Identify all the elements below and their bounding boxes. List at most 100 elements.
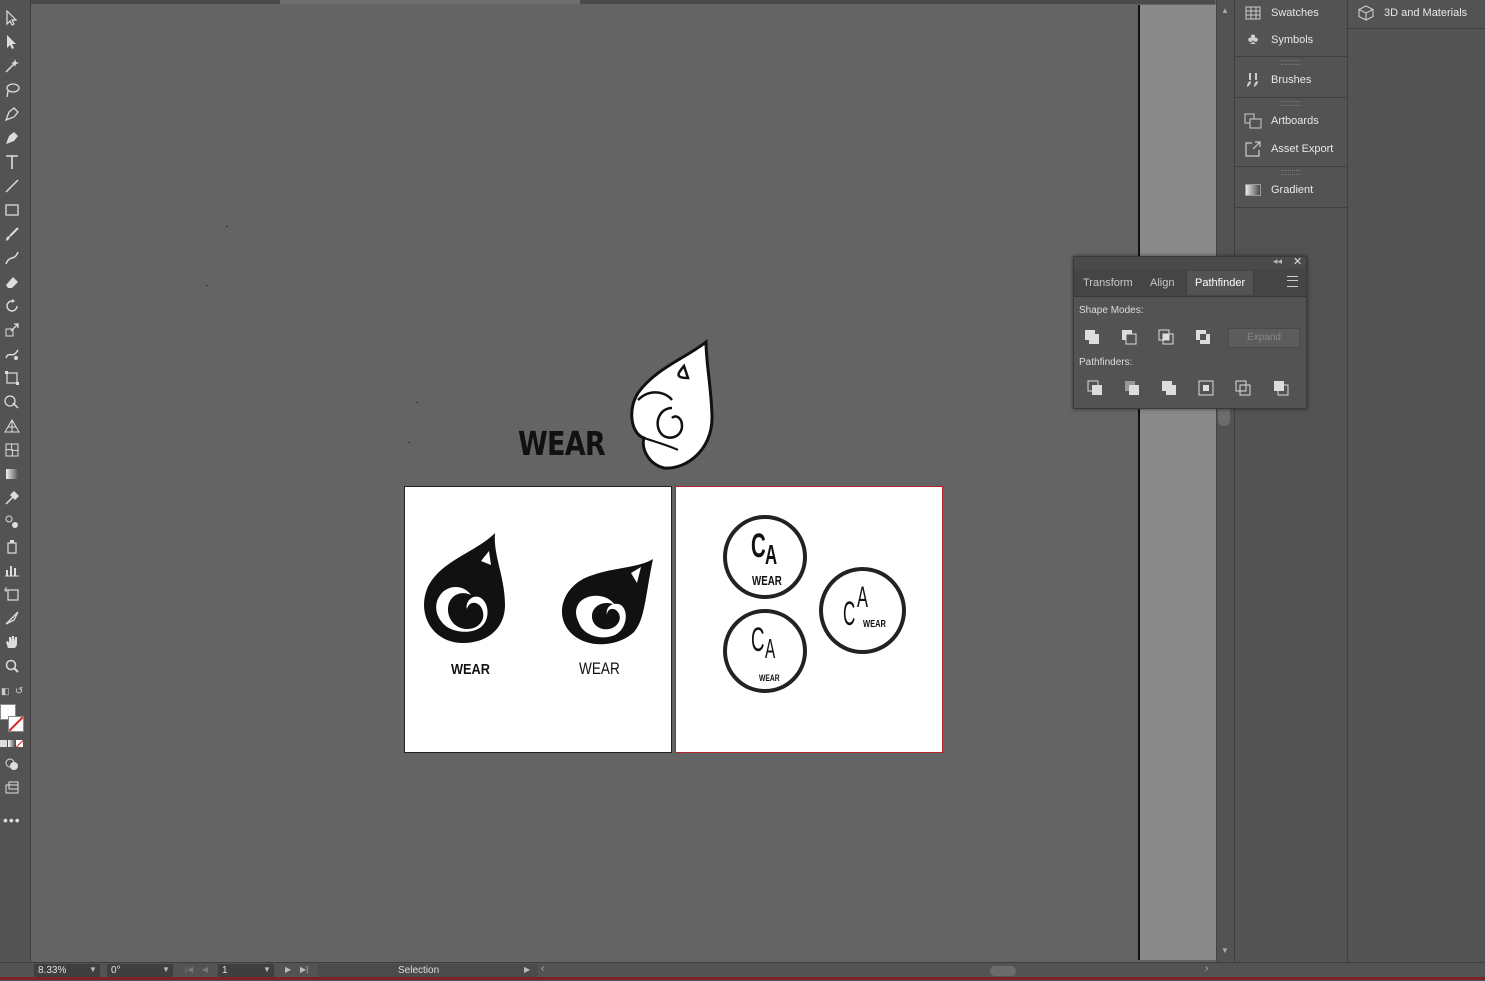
expand-button[interactable]: Expand [1228, 328, 1300, 348]
badge-circle-1[interactable]: C A WEAR [723, 515, 807, 599]
crop-icon[interactable] [1197, 379, 1215, 397]
artboard-1[interactable]: WEAR WEAR [404, 486, 672, 753]
tab-transform[interactable]: Transform [1075, 271, 1141, 295]
selection-tool-icon[interactable] [1, 8, 23, 28]
more-tools-icon[interactable]: ••• [3, 812, 21, 828]
panel-brushes[interactable]: Brushes [1235, 67, 1347, 93]
previous-artboard-icon[interactable]: ◀ [202, 965, 208, 974]
scroll-left-icon[interactable]: ‹ [541, 963, 544, 974]
free-transform-tool-icon[interactable] [1, 368, 23, 388]
symbol-sprayer-tool-icon[interactable] [1, 536, 23, 556]
minus-front-icon[interactable] [1120, 328, 1138, 346]
paintbrush-tool-icon[interactable] [1, 224, 23, 244]
unite-icon[interactable] [1083, 328, 1101, 346]
type-tool-icon[interactable] [1, 152, 23, 172]
divide-icon[interactable] [1086, 379, 1104, 397]
panel-3d-materials[interactable]: 3D and Materials [1348, 0, 1485, 26]
blend-tool-icon[interactable] [1, 512, 23, 532]
minus-back-icon[interactable] [1272, 379, 1290, 397]
slice-tool-icon[interactable] [1, 608, 23, 628]
next-artboard-icon[interactable]: ▶ [285, 965, 291, 974]
panel-menu-icon[interactable] [1287, 276, 1298, 287]
badge-letter-a: A [765, 633, 776, 664]
shape-builder-tool-icon[interactable] [1, 392, 23, 412]
logo-thin-artwork[interactable] [557, 557, 657, 653]
stroke-swatch[interactable] [8, 716, 24, 732]
mesh-tool-icon[interactable] [1, 440, 23, 460]
pen-tool-icon[interactable] [1, 104, 23, 124]
dock-separator [1235, 207, 1347, 208]
artboard-2[interactable]: C A WEAR C A WEAR C A WEAR [675, 486, 943, 753]
dock-grip[interactable] [1281, 170, 1301, 175]
none-mode-icon[interactable] [16, 740, 23, 747]
chevron-down-icon[interactable]: ▼ [263, 965, 271, 974]
canvas-area[interactable] [31, 5, 1139, 962]
badge-letter-c: C [843, 595, 856, 633]
sketch-logo-artwork[interactable] [626, 338, 718, 472]
panel-swatches[interactable]: Swatches [1235, 0, 1347, 26]
merge-icon[interactable] [1160, 379, 1178, 397]
tab-pathfinder[interactable]: Pathfinder [1186, 271, 1255, 295]
dock-separator [1348, 28, 1485, 29]
chevron-down-icon[interactable]: ▼ [162, 965, 170, 974]
draw-mode-icon[interactable] [1, 754, 23, 774]
zoom-tool-icon[interactable] [1, 656, 23, 676]
panel-artboards[interactable]: Artboards [1235, 108, 1347, 134]
badge-circle-3[interactable]: C A WEAR [819, 567, 906, 654]
column-graph-tool-icon[interactable] [1, 560, 23, 580]
swap-fill-stroke-icon[interactable]: ↺ [15, 686, 23, 697]
outline-icon[interactable] [1234, 379, 1252, 397]
logo-bold-artwork[interactable] [419, 531, 509, 661]
scroll-up-icon[interactable]: ▲ [1221, 6, 1229, 15]
panel-gradient[interactable]: Gradient [1235, 177, 1347, 203]
close-icon[interactable]: ✕ [1293, 255, 1302, 268]
first-artboard-icon[interactable]: |◀ [185, 965, 193, 974]
perspective-grid-tool-icon[interactable] [1, 416, 23, 436]
trim-icon[interactable] [1123, 379, 1141, 397]
asset-export-icon [1235, 141, 1271, 157]
warp-tool-icon[interactable] [1, 344, 23, 364]
dock-separator [1235, 97, 1347, 98]
exclude-icon[interactable] [1194, 328, 1212, 346]
last-artboard-icon[interactable]: ▶| [300, 965, 308, 974]
intersect-icon[interactable] [1157, 328, 1175, 346]
gradient-tool-icon[interactable] [1, 464, 23, 484]
curvature-tool-icon[interactable] [1, 128, 23, 148]
panel-symbols[interactable]: ♣ Symbols [1235, 27, 1347, 53]
direct-selection-tool-icon[interactable] [1, 32, 23, 52]
horizontal-scroll-thumb[interactable] [990, 966, 1016, 976]
eyedropper-tool-icon[interactable] [1, 488, 23, 508]
gradient-mode-icon[interactable] [8, 740, 15, 747]
scroll-thumb-top[interactable] [280, 0, 580, 4]
badge-circle-2[interactable]: C A WEAR [723, 609, 807, 693]
screen-mode-icon[interactable] [1, 778, 23, 798]
color-mode-icon[interactable] [0, 740, 7, 747]
horizontal-scroll-track-top[interactable] [31, 0, 1215, 4]
panel-asset-export[interactable]: Asset Export [1235, 136, 1347, 162]
collapse-icon[interactable]: ◂◂ [1273, 256, 1282, 267]
lasso-tool-icon[interactable] [1, 80, 23, 100]
wear-text-artwork[interactable]: WEAR [518, 424, 606, 464]
rotate-tool-icon[interactable] [1, 296, 23, 316]
chevron-down-icon[interactable]: ▼ [89, 965, 97, 974]
status-menu-icon[interactable]: ▶ [524, 965, 530, 974]
scroll-down-icon[interactable]: ▼ [1221, 946, 1229, 955]
vertical-scrollbar[interactable]: ▲ ▼ [1216, 0, 1234, 962]
dock-grip[interactable] [1281, 60, 1301, 65]
default-fill-stroke-icon[interactable]: ◧ [1, 686, 10, 697]
scale-tool-icon[interactable] [1, 320, 23, 340]
tab-align[interactable]: Align [1142, 271, 1182, 295]
status-display[interactable]: Selection [318, 964, 538, 978]
line-tool-icon[interactable] [1, 176, 23, 196]
shaper-tool-icon[interactable] [1, 248, 23, 268]
hand-tool-icon[interactable] [1, 632, 23, 652]
scroll-right-icon[interactable]: › [1205, 963, 1208, 974]
eraser-tool-icon[interactable] [1, 272, 23, 292]
panel-header[interactable]: ◂◂ ✕ [1074, 255, 1306, 269]
badge-letter-c: C [751, 527, 766, 565]
rectangle-tool-icon[interactable] [1, 200, 23, 220]
artboard-tool-icon[interactable] [1, 584, 23, 604]
badge-wear-text: WEAR [752, 573, 782, 588]
magic-wand-tool-icon[interactable] [1, 56, 23, 76]
dock-grip[interactable] [1281, 101, 1301, 106]
